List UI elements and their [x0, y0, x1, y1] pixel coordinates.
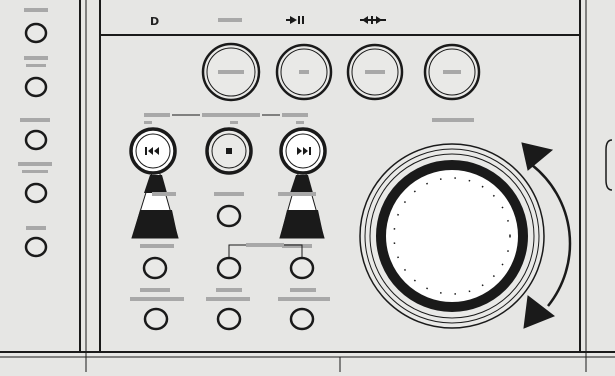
stop-button[interactable]	[205, 127, 253, 175]
bar-glyph	[299, 70, 309, 74]
left-knob-column	[18, 8, 52, 258]
lower-knob-3[interactable]	[289, 256, 315, 280]
lower-knob-4[interactable]	[143, 307, 169, 331]
left-knob-3[interactable]	[20, 118, 50, 151]
deck-label-bars	[144, 113, 474, 124]
label-bar-1	[218, 18, 242, 22]
skip-forward-button[interactable]	[279, 127, 327, 239]
lower-knob-rows	[130, 243, 330, 331]
deck-panel: D	[0, 0, 615, 372]
left-knob-2[interactable]	[24, 56, 48, 98]
bar-glyph	[365, 70, 385, 74]
top-knob-3[interactable]	[346, 43, 404, 101]
top-knob-row	[201, 42, 481, 102]
top-knob-4[interactable]	[423, 43, 481, 101]
mid-knob-center[interactable]	[216, 204, 242, 228]
jog-wheel[interactable]	[359, 143, 545, 329]
left-knob-1[interactable]	[24, 8, 48, 44]
label-d: D	[150, 15, 159, 28]
lower-knob-2[interactable]	[216, 256, 242, 280]
lower-knob-1[interactable]	[142, 256, 168, 280]
top-knob-1[interactable]	[201, 42, 261, 102]
lower-knob-5[interactable]	[216, 307, 242, 331]
stop-icon	[226, 148, 232, 154]
scrub-icon	[360, 16, 386, 24]
play-pause-icon	[286, 16, 304, 24]
left-knob-5[interactable]	[24, 226, 48, 258]
top-knob-2[interactable]	[275, 43, 333, 101]
skip-back-button[interactable]	[129, 127, 179, 239]
left-knob-4[interactable]	[18, 162, 52, 204]
bar-glyph	[218, 70, 244, 74]
lower-knob-6[interactable]	[289, 307, 315, 331]
bar-glyph	[443, 70, 461, 74]
